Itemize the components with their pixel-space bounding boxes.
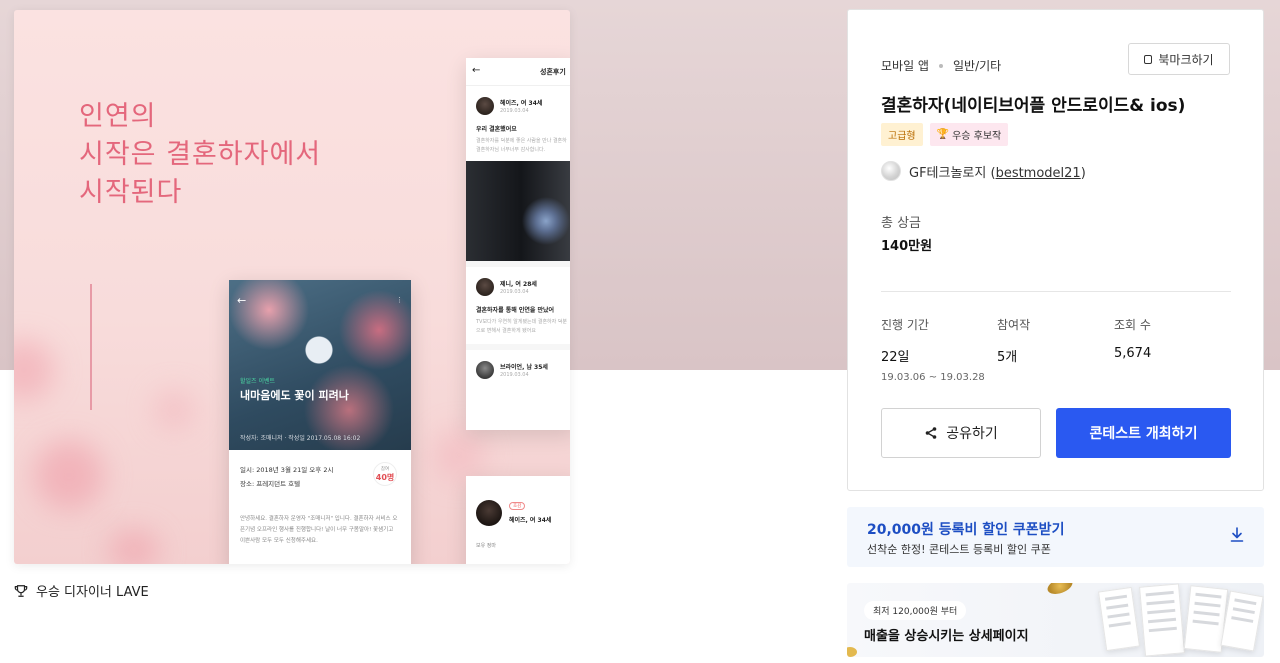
- review-date: 2019.03.04: [500, 108, 529, 114]
- decorative-line: [90, 284, 92, 410]
- prize-value: 140만원: [881, 239, 933, 254]
- wedding-photo: [466, 161, 570, 261]
- review-text: 결혼하자를 덕분에 좋은 사람을 만나 결혼하: [476, 138, 567, 144]
- contest-info-panel: 북마크하기 모바일 앱 일반/기타 결혼하자(네이티브어플 안드로이드& ios…: [847, 9, 1264, 491]
- back-arrow-icon: ←: [472, 65, 481, 76]
- breadcrumb-separator: [938, 63, 943, 68]
- petal-blob: [154, 390, 194, 430]
- review-author: 제니, 여 28세: [500, 281, 537, 288]
- coupon-title: 20,000원 등록비 할인 쿠폰받기: [867, 522, 1065, 538]
- review-post-head: 헤이즈, 여 34세 2019.03.04: [466, 86, 570, 122]
- review-text: TV보다가 우연히 알게됐는데 결혼하자 덕분: [476, 319, 568, 325]
- trophy-icon: [14, 584, 28, 597]
- event-title: 내마음에도 꽃이 피려나: [240, 389, 349, 402]
- prize-label: 총 상금: [881, 216, 922, 231]
- ad-price-chip: 최저 120,000원 부터: [864, 601, 967, 620]
- event-body: 안녕하세요. 결혼하자 운영자 "조매니저" 입니다. 결혼하자 서비스 오픈기…: [240, 516, 398, 544]
- stat-label: 참여작: [997, 318, 1031, 332]
- stat-value: 5개: [997, 350, 1018, 365]
- back-arrow-icon: ←: [237, 294, 247, 307]
- owner-name: GF테크놀로지 (: [909, 165, 996, 181]
- petal-blob: [14, 340, 54, 400]
- coupon-banner[interactable]: 20,000원 등록비 할인 쿠폰받기 선착순 한정! 콘테스트 등록비 할인 …: [847, 507, 1264, 567]
- event-card-mockup: ← ⋮ 할일즈 이벤트 내마음에도 꽃이 피려나 작성자: 조매니저 · 작성일…: [229, 280, 411, 564]
- cherry-blossom-photo: ← ⋮ 할일즈 이벤트 내마음에도 꽃이 피려나 작성자: 조매니저 · 작성일…: [229, 280, 411, 450]
- preview-headline: 인연의 시작은 결혼하자에서 시작된다: [79, 101, 322, 208]
- gold-decoration: [847, 647, 857, 657]
- winner-designer: 우승 디자이너 LAVE: [14, 581, 149, 600]
- gold-decoration: [1045, 583, 1075, 598]
- avatar: [476, 500, 502, 526]
- review-author: 헤이즈, 여 34세: [500, 100, 543, 107]
- review-text: 으로 변해서 결혼하게 됐어요: [476, 328, 536, 334]
- winner-text: 우승 디자이너 LAVE: [36, 585, 149, 600]
- review-post-head: 제니, 여 28세 2019.03.04: [466, 267, 570, 303]
- avatar: [476, 97, 494, 115]
- bookmark-button[interactable]: 북마크하기: [1128, 43, 1230, 75]
- profile-card-mockup: 호감 헤이즈, 여 34세 보유 정마: [466, 476, 570, 564]
- petal-blob: [34, 440, 104, 510]
- event-meta: 작성자: 조매니저 · 작성일 2017.05.08 16:02: [240, 435, 361, 442]
- petal-blob: [109, 530, 159, 564]
- avatar: [881, 161, 901, 181]
- share-label: 공유하기: [946, 426, 998, 442]
- avatar: [476, 361, 494, 379]
- divider: [881, 291, 1231, 292]
- stat-value: 22일: [881, 350, 910, 365]
- stat-views: 조회 수 5,674: [1114, 316, 1151, 361]
- mockup-page: [1097, 586, 1141, 652]
- profile-name: 헤이즈, 여 34세: [509, 517, 552, 524]
- host-contest-button[interactable]: 콘테스트 개최하기: [1056, 408, 1231, 458]
- coupon-subtitle: 선착순 한정! 콘테스트 등록비 할인 쿠폰: [867, 543, 1051, 556]
- like-badge: 호감: [509, 502, 526, 510]
- ad-title: 매출을 상승시키는 상세페이지: [864, 629, 1029, 644]
- event-place: 장소: 프레지던트 호텔: [240, 480, 301, 488]
- event-tag: 할일즈 이벤트: [240, 378, 276, 385]
- event-date: 일시: 2018년 3월 21일 오후 2시: [240, 466, 334, 474]
- share-icon: [925, 427, 937, 439]
- owner-close: ): [1080, 165, 1086, 181]
- owner-id-link[interactable]: bestmodel21: [996, 166, 1081, 181]
- stat-sub: 19.03.06 ~ 19.03.28: [881, 372, 985, 383]
- ad-banner[interactable]: 최저 120,000원 부터 매출을 상승시키는 상세페이지: [847, 583, 1264, 657]
- stat-duration: 진행 기간 22일 19.03.06 ~ 19.03.28: [881, 316, 985, 383]
- breadcrumb: 모바일 앱 일반/기타: [881, 57, 1001, 74]
- review-title: 결혼하자를 통해 인연을 만났어: [476, 307, 555, 314]
- review-header-title: 성혼후기: [540, 68, 566, 76]
- stat-label: 조회 수: [1114, 318, 1151, 332]
- review-header: ← 성혼후기: [466, 58, 570, 86]
- candidate-tag: 🏆 우승 후보작: [929, 123, 1009, 146]
- contest-tags: 고급형 🏆 우승 후보작: [881, 123, 1009, 146]
- contest-owner: GF테크놀로지 (bestmodel21): [881, 161, 1086, 181]
- avatar: [476, 278, 494, 296]
- stat-label: 진행 기간: [881, 318, 929, 332]
- breadcrumb-category[interactable]: 모바일 앱: [881, 57, 929, 74]
- candidate-label: 우승 후보작: [952, 131, 1002, 142]
- review-date: 2019.03.04: [500, 289, 529, 295]
- bookmark-icon: [1144, 54, 1153, 64]
- download-icon[interactable]: [1230, 527, 1244, 543]
- review-author: 브라이언, 남 35세: [500, 364, 548, 371]
- contest-title: 결혼하자(네이티브어플 안드로이드& ios): [881, 96, 1186, 116]
- trophy-icon: 🏆: [936, 129, 950, 140]
- review-post-head: 브라이언, 남 35세 2019.03.04: [466, 350, 570, 386]
- profile-label: 보유 정마: [476, 543, 496, 549]
- contest-preview-image[interactable]: 인연의 시작은 결혼하자에서 시작된다 ← ⋮ 할일즈 이벤트 내마음에도 꽃이…: [14, 10, 570, 564]
- stat-entries: 참여작 5개: [997, 316, 1030, 365]
- owner-info: GF테크놀로지 (bestmodel21): [909, 162, 1086, 181]
- petal-blob: [434, 430, 484, 480]
- bookmark-label: 북마크하기: [1158, 52, 1214, 67]
- participant-count: 참여 40명: [373, 462, 397, 486]
- review-text: 결혼하자님 너무너무 감사합니다.: [476, 147, 546, 153]
- count-value: 40명: [375, 473, 395, 482]
- review-date: 2019.03.04: [500, 372, 529, 378]
- share-text-icon: ⋮: [396, 296, 403, 304]
- review-title: 우리 결혼했어요: [476, 126, 517, 133]
- grade-tag: 고급형: [881, 123, 923, 146]
- mockup-page: [1139, 583, 1185, 657]
- stat-value: 5,674: [1114, 346, 1152, 361]
- breadcrumb-subcategory[interactable]: 일반/기타: [953, 57, 1001, 74]
- share-button[interactable]: 공유하기: [881, 408, 1041, 458]
- review-list-mockup: ← 성혼후기 헤이즈, 여 34세 2019.03.04 우리 결혼했어요 결혼…: [466, 58, 570, 430]
